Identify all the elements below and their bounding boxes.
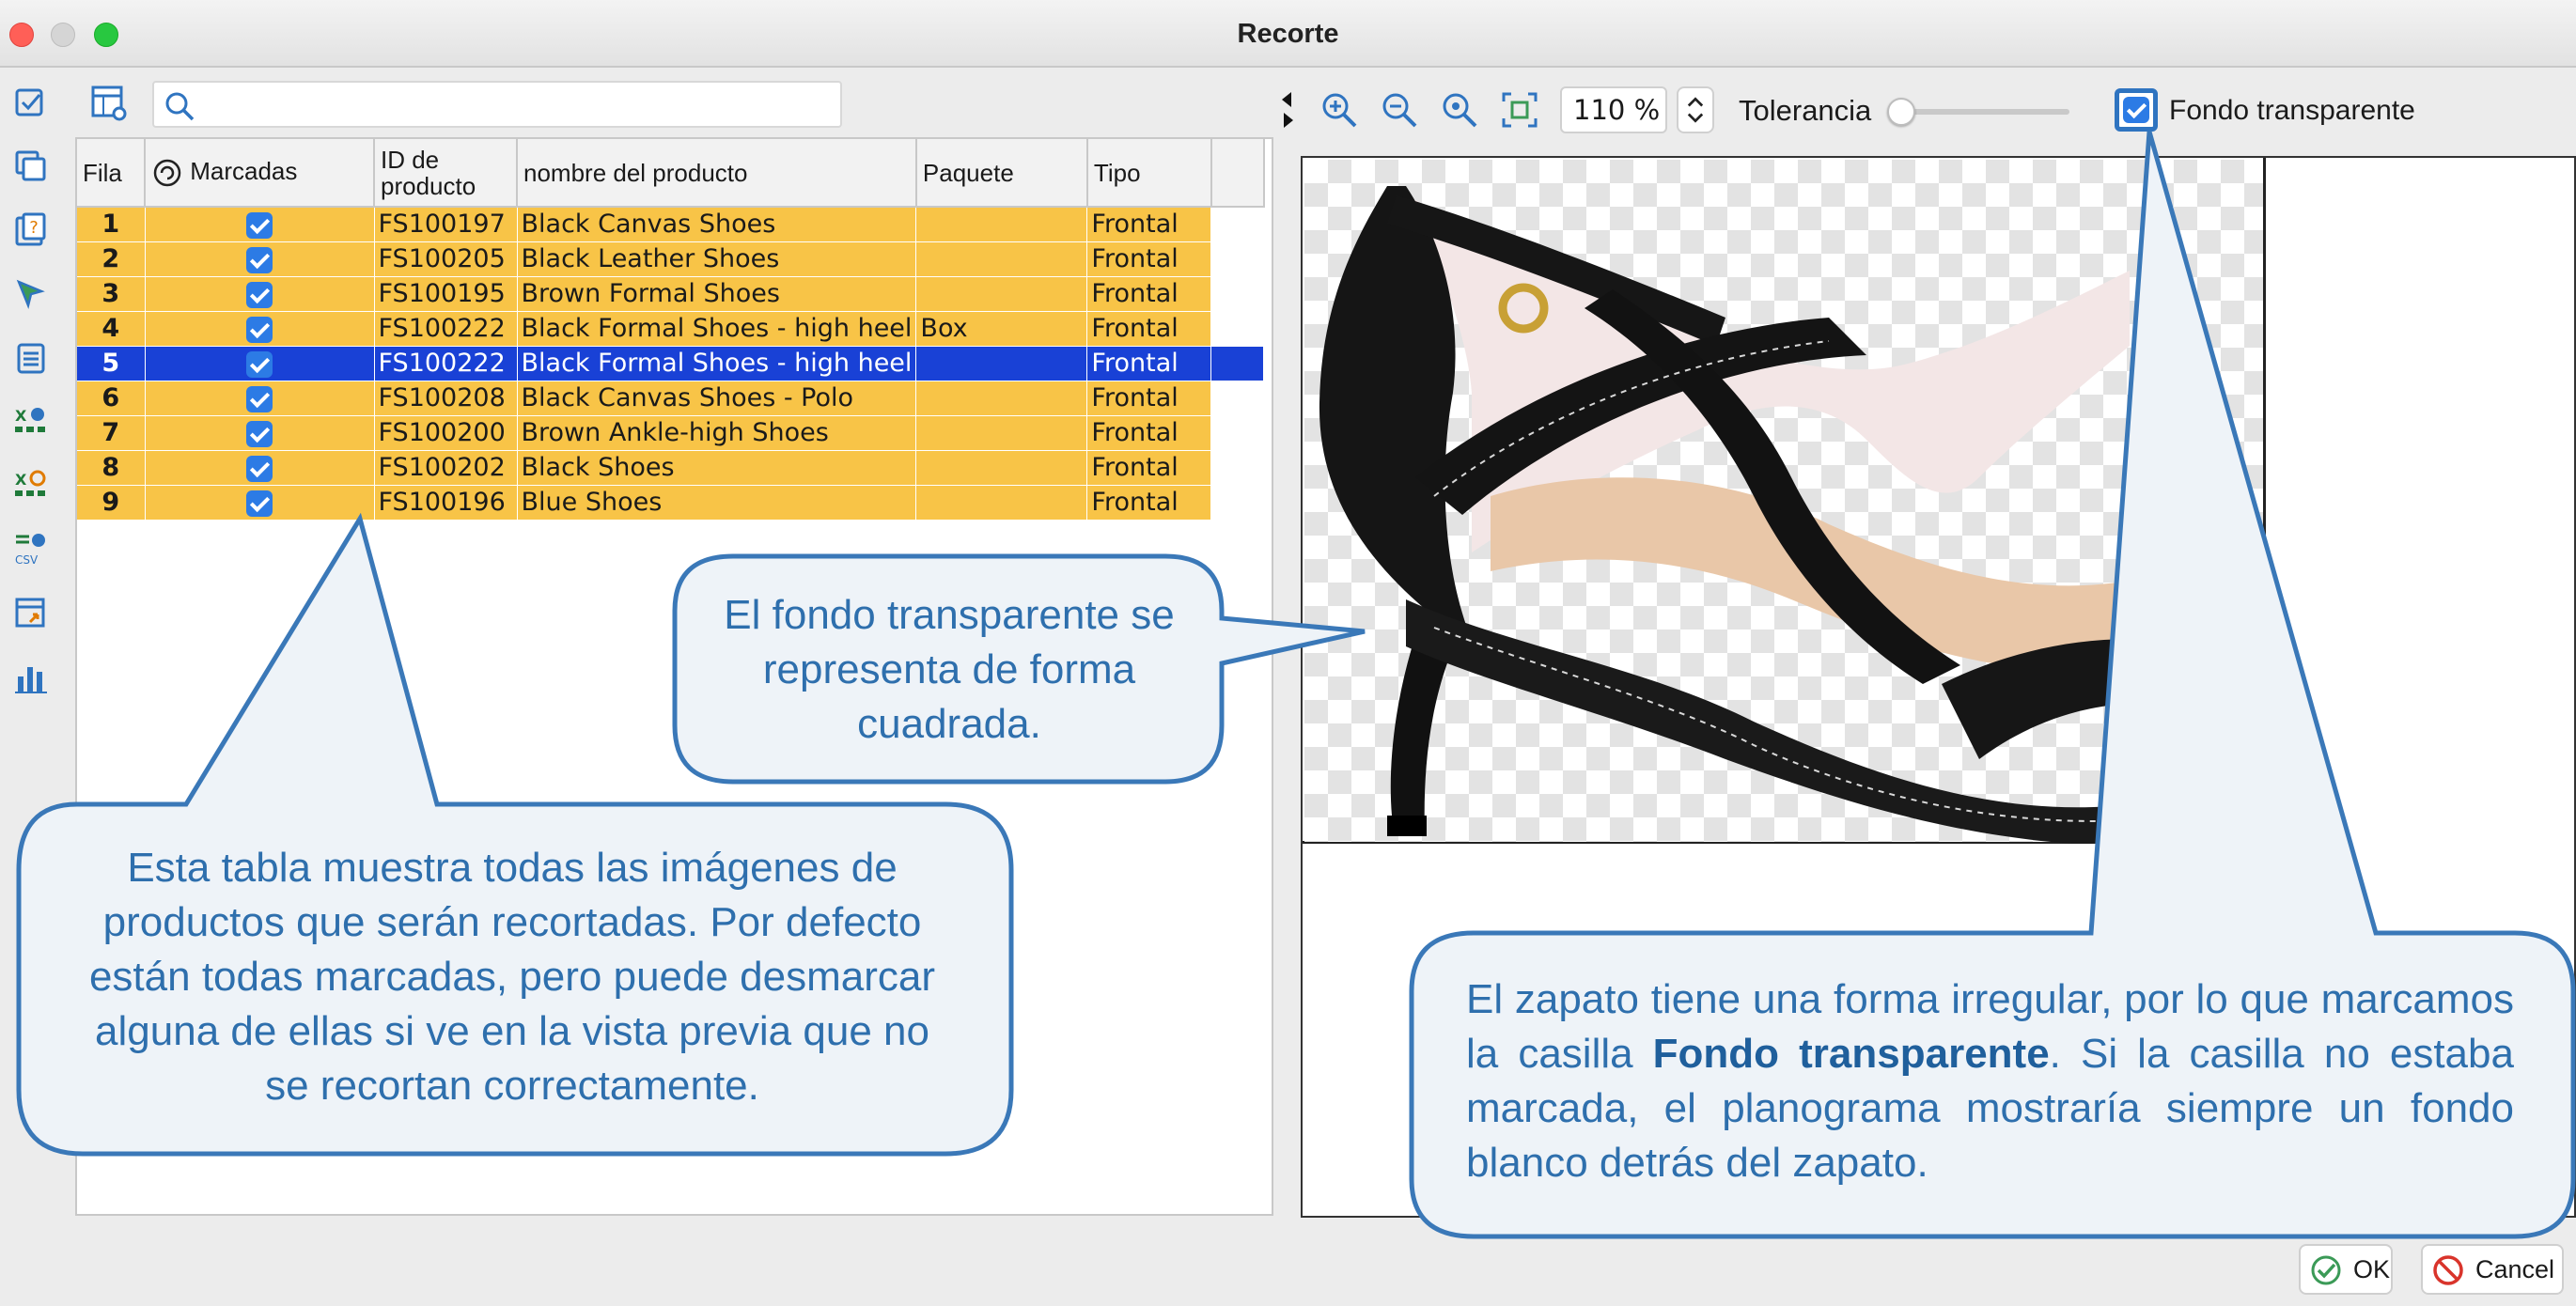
table-callout-text: Esta tabla muestra todas las imágenes de… — [88, 845, 936, 1109]
checker-callout-text: El fondo transparente se representa de f… — [724, 592, 1175, 747]
shoe-callout-text: El zapato tiene una forma irregular, por… — [1466, 972, 2514, 1190]
shoe-callout-bold-text: Fondo transparente — [1652, 1031, 2050, 1077]
